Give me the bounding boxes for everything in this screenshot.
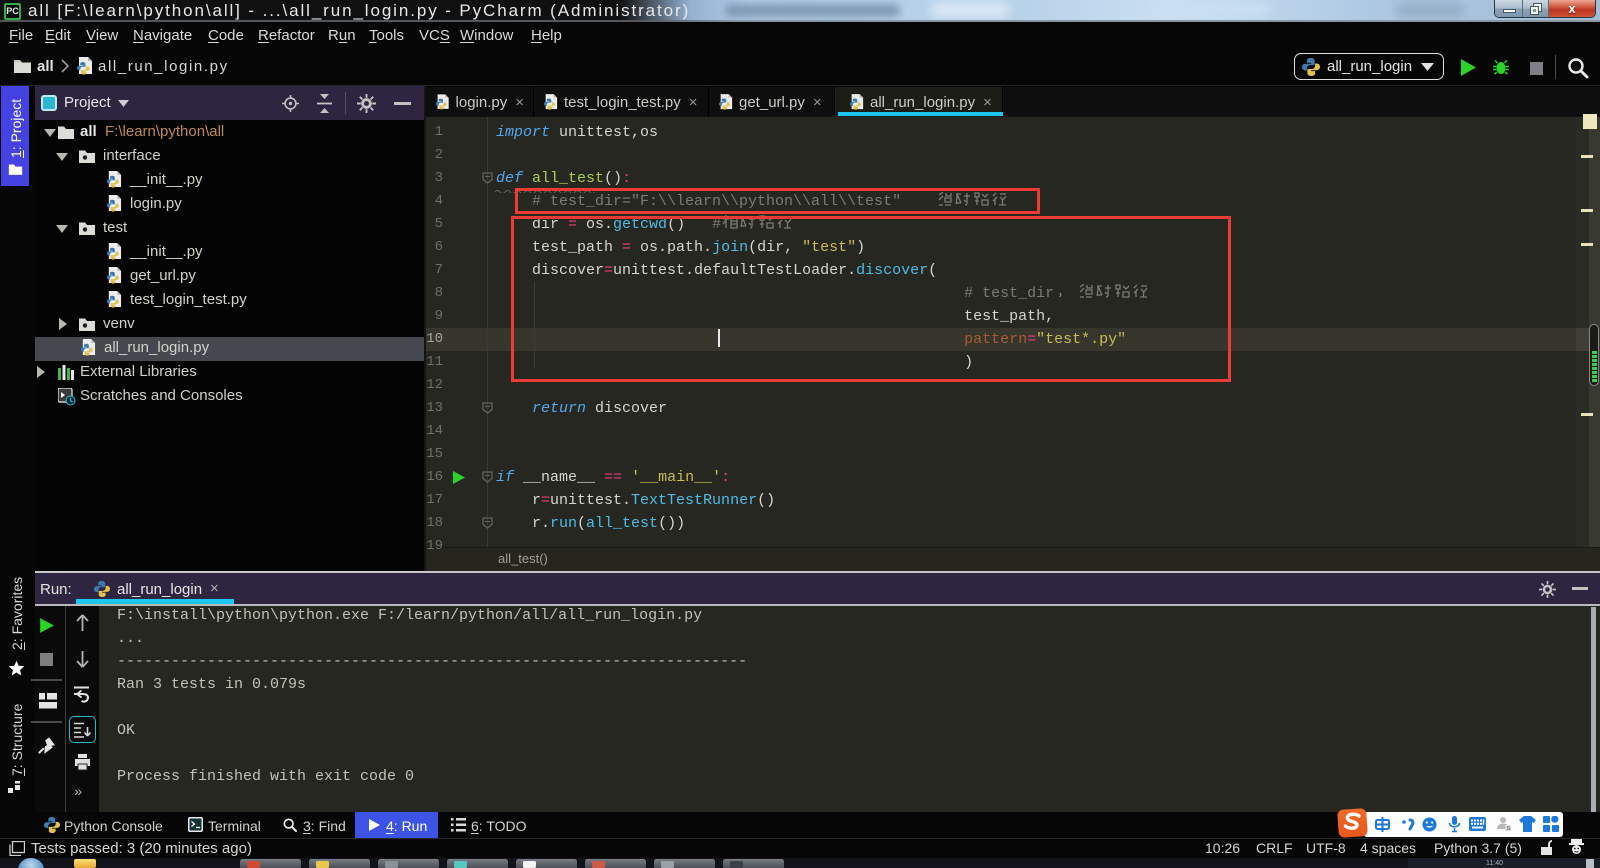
svg-text:S: S: [1507, 826, 1511, 832]
